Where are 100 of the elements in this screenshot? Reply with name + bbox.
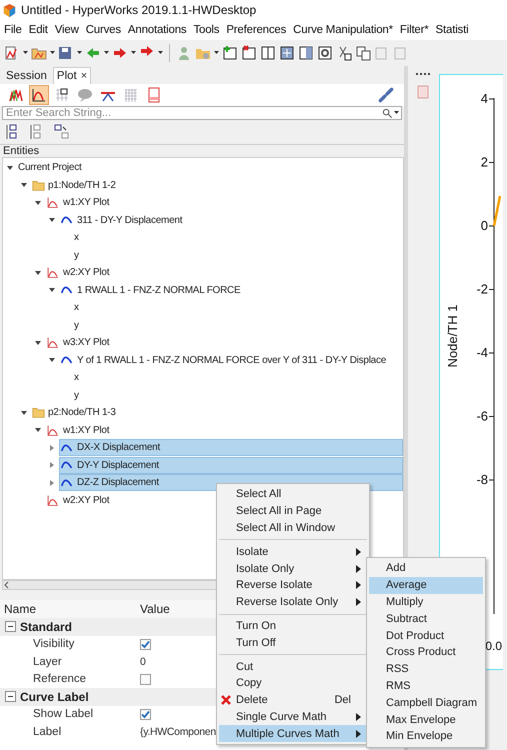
caret-icon[interactable] (131, 51, 136, 55)
menu-item[interactable]: Add (369, 560, 483, 577)
menu-item[interactable]: RSS (369, 660, 483, 678)
menu-item[interactable]: Copy (219, 674, 367, 692)
menu-item[interactable]: Curves (86, 24, 121, 36)
caret-icon[interactable] (104, 51, 109, 55)
collapse-icon[interactable] (5, 621, 16, 632)
collapse-arrow-icon[interactable] (48, 356, 56, 364)
search-icon[interactable] (382, 108, 393, 118)
search-field[interactable]: Enter Search String... (2, 106, 402, 120)
menu-item[interactable]: Reverse Isolate Only (219, 594, 367, 611)
copy-icon[interactable] (355, 45, 371, 61)
checkbox[interactable] (140, 674, 151, 685)
plot-icon (46, 494, 60, 507)
panel-tab[interactable]: Plot × (52, 67, 92, 84)
collapse-arrow-icon[interactable] (20, 408, 28, 417)
menu-item[interactable]: Dot Product (369, 627, 483, 644)
tree-item[interactable]: x (73, 299, 84, 316)
tree-item[interactable]: p1:Node/TH 1-2 (31, 176, 121, 194)
tree-item[interactable]: Y of 1 RWALL 1 - FNZ-Z NORMAL FORCE over Y of 311 - DY-Y Displace (59, 352, 392, 369)
collapse-icon[interactable] (5, 691, 16, 702)
tree-item[interactable]: DY-Y Displacement (59, 456, 403, 474)
tree-item[interactable]: w2:XY Plot (45, 492, 114, 509)
tree-item[interactable]: p2:Node/TH 1-3 (31, 404, 121, 422)
expand-arrow-icon[interactable] (48, 444, 56, 452)
expand-arrow-icon[interactable] (48, 461, 56, 470)
menu-item[interactable]: Isolate (219, 543, 367, 560)
save-icon[interactable] (58, 45, 74, 61)
tree-item[interactable]: Current Project (17, 159, 86, 176)
collapse-arrow-icon[interactable] (48, 286, 56, 294)
collapse-arrow-icon[interactable] (6, 164, 14, 172)
tick-label: -2 (476, 282, 488, 296)
collapse-arrow-icon[interactable] (48, 216, 56, 224)
tree-item[interactable]: DX-X Displacement (59, 439, 403, 456)
column-header: Name (4, 602, 36, 616)
checklist-icon[interactable] (54, 124, 70, 140)
tree-item[interactable]: y (73, 316, 84, 334)
menu-item[interactable]: Cross Product (369, 644, 483, 661)
plot-icon (46, 266, 60, 280)
menu-item[interactable]: RMS (369, 678, 483, 694)
menu-item[interactable]: Multiply (369, 594, 483, 610)
menu-item[interactable]: Select All in Page (219, 502, 367, 520)
menu-item[interactable]: Subtract (369, 610, 483, 628)
menu-item[interactable]: Delete Del (219, 692, 367, 709)
layout-icon[interactable] (298, 45, 314, 61)
panel-tab[interactable]: Session (2, 67, 51, 84)
menu-item[interactable]: Isolate Only (219, 560, 367, 577)
tree-item[interactable]: w1:XY Plot (45, 194, 114, 212)
menu-item[interactable]: Preferences (226, 24, 286, 36)
tree-item[interactable]: w3:XY Plot (45, 334, 114, 352)
menu-item[interactable]: Filter* (400, 24, 429, 36)
menu-item[interactable]: Campbell Diagram (369, 694, 483, 712)
link-icon[interactable] (377, 86, 395, 104)
layout-icon[interactable] (260, 45, 276, 61)
caret-icon[interactable] (214, 51, 219, 55)
checkbox[interactable] (140, 638, 151, 650)
menu-item[interactable]: Multiple Curves Math (219, 725, 367, 742)
caret-icon[interactable] (50, 51, 55, 55)
tree-item[interactable]: w1:XY Plot (45, 422, 114, 439)
tree-item[interactable]: y (73, 386, 84, 404)
collapse-arrow-icon[interactable] (34, 268, 42, 277)
tree-item[interactable]: x (73, 229, 84, 246)
menu-item[interactable]: Reverse Isolate (219, 576, 367, 594)
menu-item[interactable]: Average (369, 576, 483, 594)
caret-icon[interactable] (158, 51, 163, 55)
caret-icon[interactable] (394, 111, 399, 115)
layout-icon[interactable] (279, 45, 295, 61)
scroll-left-icon[interactable] (3, 581, 11, 589)
menu-item[interactable]: Min Envelope (369, 728, 483, 745)
arrow-icon[interactable] (112, 45, 128, 61)
delete-window-icon[interactable] (241, 45, 257, 61)
folder-icon (32, 406, 45, 420)
tree-item[interactable]: 1 RWALL 1 - FNZ-Z NORMAL FORCE (59, 282, 246, 299)
menu-item[interactable]: View (54, 24, 79, 36)
menu-item[interactable]: Single Curve Math (219, 708, 367, 726)
menu-item[interactable]: Tools (193, 24, 220, 36)
tree-item[interactable]: y (73, 246, 84, 264)
collapse-arrow-icon[interactable] (20, 181, 28, 190)
menu-item[interactable]: Statisti (436, 24, 468, 36)
close-icon[interactable]: × (80, 70, 88, 82)
menu-item[interactable]: Turn On (219, 618, 367, 634)
menu-item[interactable]: Curve Manipulation* (293, 24, 393, 36)
menu-item[interactable]: Cut (219, 658, 367, 675)
menu-item[interactable]: Turn Off (219, 634, 367, 652)
tree-item[interactable]: 311 - DY-Y Displacement (59, 212, 188, 229)
collapse-arrow-icon[interactable] (34, 338, 42, 347)
tree-item[interactable]: w2:XY Plot (45, 264, 114, 282)
caret-icon[interactable] (23, 51, 28, 55)
menu-item[interactable]: Select All in Window (219, 520, 367, 536)
menu-item[interactable]: File (4, 24, 22, 36)
menu-item[interactable]: Max Envelope (369, 711, 483, 728)
expand-arrow-icon[interactable] (48, 478, 56, 487)
checkbox[interactable] (140, 708, 151, 720)
collapse-arrow-icon[interactable] (34, 198, 42, 207)
tree-item[interactable]: x (73, 369, 84, 386)
add-window-icon[interactable] (222, 45, 238, 61)
menu-item[interactable]: Annotations (128, 24, 186, 36)
collapse-arrow-icon[interactable] (34, 426, 42, 434)
menu-item[interactable]: Edit (28, 24, 48, 36)
caret-icon[interactable] (77, 51, 82, 55)
